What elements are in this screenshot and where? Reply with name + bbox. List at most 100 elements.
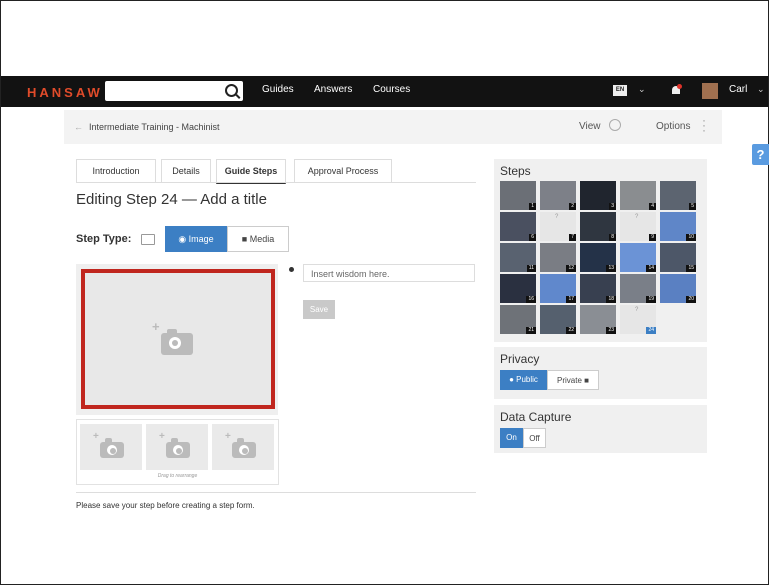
media-type-button[interactable]: ■ Media: [227, 226, 289, 252]
camera-icon: ◉: [178, 234, 189, 244]
step-thumbnail[interactable]: 14: [620, 243, 656, 272]
public-toggle[interactable]: ● Public: [500, 370, 547, 390]
search-input[interactable]: [105, 81, 243, 101]
guide-title[interactable]: Intermediate Training - Machinist: [89, 122, 220, 132]
step-thumbnail[interactable]: 22: [540, 305, 576, 334]
step-thumbnail[interactable]: 10: [660, 212, 696, 241]
data-capture-card: Data Capture On Off: [494, 405, 707, 453]
lock-icon: ■: [581, 376, 589, 385]
step-thumbnail[interactable]: 4: [620, 181, 656, 210]
help-tab[interactable]: ?: [752, 144, 769, 165]
user-name[interactable]: Carl: [729, 84, 747, 95]
step-number: 16: [526, 296, 536, 303]
step-number: 8: [609, 234, 616, 241]
step-thumbnail[interactable]: 15: [660, 243, 696, 272]
user-menu-chevron-icon[interactable]: ⌄: [757, 84, 765, 95]
step-number: 18: [606, 296, 616, 303]
tab-approval-process[interactable]: Approval Process: [294, 159, 392, 182]
step-number: 2: [569, 203, 576, 210]
step-number: 21: [526, 327, 536, 334]
step-thumbnail[interactable]: 3: [580, 181, 616, 210]
step-thumbnail[interactable]: 2: [540, 181, 576, 210]
step-number: 4: [649, 203, 656, 210]
add-image-camera-icon: +: [159, 431, 190, 458]
page-title: Editing Step 24 — Add a title: [76, 191, 267, 208]
step-number: 23: [606, 327, 616, 334]
placeholder-question-icon: ?: [635, 307, 639, 313]
step-thumbnail[interactable]: 1: [500, 181, 536, 210]
public-label: Public: [516, 375, 538, 384]
step-thumbnail[interactable]: 20: [660, 274, 696, 303]
image-type-button[interactable]: ◉ Image: [165, 226, 227, 252]
kebab-menu-icon[interactable]: · · ·: [702, 114, 706, 136]
data-capture-on[interactable]: On: [500, 428, 523, 448]
step-thumbnail[interactable]: ? 7: [540, 212, 576, 241]
tab-guide-steps[interactable]: Guide Steps: [216, 159, 286, 184]
data-capture-title: Data Capture: [500, 410, 572, 424]
notification-bell-icon[interactable]: [671, 84, 682, 96]
step-thumbnail[interactable]: 19: [620, 274, 656, 303]
steps-title: Steps: [500, 164, 531, 178]
nav-courses[interactable]: Courses: [373, 84, 410, 95]
step-number: 6: [529, 234, 536, 241]
back-arrow-icon[interactable]: ←: [74, 122, 83, 132]
step-thumbnail[interactable]: 5: [660, 181, 696, 210]
step-thumbnail[interactable]: ? 9: [620, 212, 656, 241]
nav-answers[interactable]: Answers: [314, 84, 352, 95]
step-number: 17: [566, 296, 576, 303]
chevron-down-icon[interactable]: ⌄: [638, 84, 646, 95]
private-label: Private: [557, 376, 582, 385]
breadcrumb[interactable]: ← Intermediate Training - Machinist: [74, 122, 220, 132]
tab-divider: [76, 182, 476, 183]
step-thumbnail[interactable]: 13: [580, 243, 616, 272]
step-number: 10: [686, 234, 696, 241]
private-toggle[interactable]: Private ■: [547, 370, 599, 390]
main-image-dropzone[interactable]: +: [81, 269, 275, 409]
step-thumbnail[interactable]: 6: [500, 212, 536, 241]
step-thumbnail[interactable]: ? 24: [620, 305, 656, 334]
step-number: 1: [529, 203, 536, 210]
placeholder-question-icon: ?: [635, 214, 639, 220]
drag-hint: Drag to rearrange: [157, 473, 198, 479]
step-number: 24: [646, 327, 656, 334]
step-type-label: Step Type:: [76, 233, 132, 245]
step-thumbnail[interactable]: 11: [500, 243, 536, 272]
avatar[interactable]: [702, 83, 718, 99]
data-capture-off[interactable]: Off: [523, 428, 546, 448]
image-slot[interactable]: +: [80, 424, 142, 470]
step-thumbnail[interactable]: 8: [580, 212, 616, 241]
step-thumbnail[interactable]: 12: [540, 243, 576, 272]
tab-details[interactable]: Details: [161, 159, 211, 182]
step-number: 22: [566, 327, 576, 334]
media-button-label: Media: [249, 234, 275, 244]
site-logo[interactable]: HANSAW: [27, 85, 103, 100]
divider: [76, 492, 476, 493]
save-button[interactable]: Save: [303, 300, 335, 319]
step-thumbnail[interactable]: 17: [540, 274, 576, 303]
nav-guides[interactable]: Guides: [262, 84, 294, 95]
video-icon: ■: [241, 234, 250, 244]
step-thumbnail[interactable]: 23: [580, 305, 616, 334]
bullet-text-input[interactable]: Insert wisdom here.: [303, 264, 475, 282]
step-number: 11: [526, 265, 536, 272]
step-number: 7: [569, 234, 576, 241]
breadcrumb-bar: ← Intermediate Training - Machinist View …: [64, 110, 722, 144]
step-thumbnail[interactable]: 16: [500, 274, 536, 303]
image-slot[interactable]: +: [146, 424, 208, 470]
magnifier-icon[interactable]: [609, 119, 621, 131]
options-button[interactable]: Options: [656, 121, 690, 132]
image-slot[interactable]: +: [212, 424, 274, 470]
step-thumbnail[interactable]: 18: [580, 274, 616, 303]
language-selector[interactable]: EN: [613, 85, 627, 96]
view-button[interactable]: View: [579, 121, 601, 132]
tab-introduction[interactable]: Introduction: [76, 159, 156, 182]
add-image-camera-icon: +: [152, 319, 193, 355]
placeholder-question-icon: ?: [555, 214, 559, 220]
privacy-title: Privacy: [500, 352, 540, 366]
step-number: 9: [649, 234, 656, 241]
step-number: 5: [689, 203, 696, 210]
step-number: 3: [609, 203, 616, 210]
save-note: Please save your step before creating a …: [76, 501, 255, 510]
search-icon[interactable]: [225, 84, 238, 97]
step-thumbnail[interactable]: 21: [500, 305, 536, 334]
